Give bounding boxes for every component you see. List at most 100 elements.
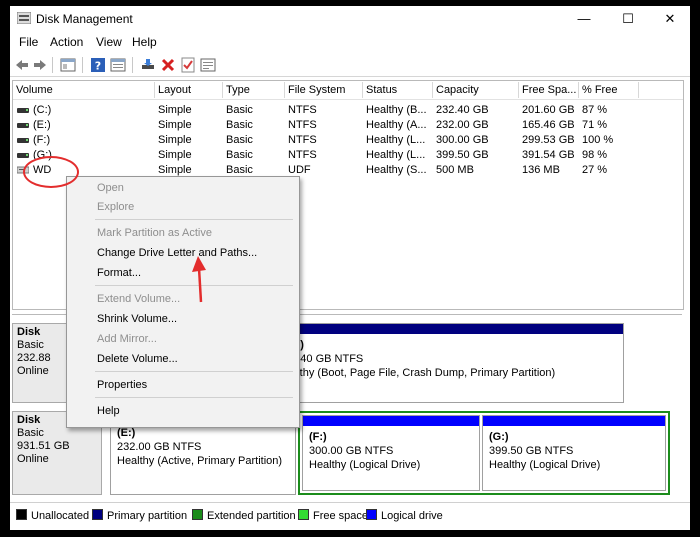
partition-c-letter: (C:) xyxy=(285,338,555,352)
menu-item-extend-volume[interactable]: Extend Volume... xyxy=(97,293,180,305)
volume-name: (F:) xyxy=(33,134,51,146)
volume-percent-free: 98 % xyxy=(582,149,608,161)
partition-f-letter: (F:) xyxy=(309,431,327,443)
volume-layout: Simple xyxy=(158,134,192,146)
menu-item-format[interactable]: Format... xyxy=(97,267,141,279)
properties-icon[interactable] xyxy=(110,57,126,73)
check-icon[interactable] xyxy=(180,57,196,73)
red-annotation-arrow-icon xyxy=(192,256,206,303)
column-header-percent-free[interactable]: % Free xyxy=(579,82,639,98)
menu-item-open[interactable]: Open xyxy=(97,182,124,194)
volume-free-space: 165.46 GB xyxy=(522,119,575,131)
legend-swatch xyxy=(366,509,377,520)
volume-row-f[interactable]: (F:) Simple Basic NTFS Healthy (L... 300… xyxy=(13,133,683,148)
toolbar-separator xyxy=(132,57,133,73)
volume-file-system: NTFS xyxy=(288,134,317,146)
hard-drive-icon xyxy=(17,138,29,143)
volume-file-system: NTFS xyxy=(288,149,317,161)
legend-label: Free space xyxy=(313,510,369,522)
partition-e-status: Healthy (Active, Primary Partition) xyxy=(117,455,283,467)
volume-capacity: 399.50 GB xyxy=(436,149,489,161)
legend-swatch xyxy=(298,509,309,520)
primary-partition-bar xyxy=(283,324,623,334)
partition-f-text: (F:) 300.00 GB NTFS Healthy (Logical Dri… xyxy=(309,430,420,472)
hard-drive-icon xyxy=(17,153,29,158)
volume-layout: Simple xyxy=(158,119,192,131)
partition-c[interactable]: (C:) 32.40 GB NTFS ealthy (Boot, Page Fi… xyxy=(282,323,624,403)
toolbar: ? xyxy=(10,54,690,77)
partition-c-size: 32.40 GB NTFS xyxy=(285,353,364,365)
column-header-free-space[interactable]: Free Spa... xyxy=(519,82,579,98)
partition-g[interactable]: (G:) 399.50 GB NTFS Healthy (Logical Dri… xyxy=(482,415,666,491)
column-header-status[interactable]: Status xyxy=(363,82,433,98)
menu-item-help[interactable]: Help xyxy=(97,405,120,417)
partition-e-size: 232.00 GB NTFS xyxy=(117,441,202,453)
disk-management-window: Disk Management — ☐ ✕ File Action View H… xyxy=(10,6,690,530)
legend-label: Logical drive xyxy=(381,510,443,522)
red-highlight-circle xyxy=(23,156,79,188)
connect-drive-icon[interactable] xyxy=(140,57,156,73)
partition-f-size: 300.00 GB NTFS xyxy=(309,445,394,457)
volume-percent-free: 71 % xyxy=(582,119,608,131)
title-bar: Disk Management — ☐ ✕ xyxy=(10,6,690,32)
volume-type: Basic xyxy=(226,134,253,146)
menu-view[interactable]: View xyxy=(96,35,122,49)
partition-f[interactable]: (F:) 300.00 GB NTFS Healthy (Logical Dri… xyxy=(302,415,480,491)
volume-file-system: NTFS xyxy=(288,104,317,116)
legend-primary-partition: Primary partition xyxy=(92,509,187,522)
volume-status: Healthy (S... xyxy=(366,164,427,176)
legend-label: Unallocated xyxy=(31,510,90,522)
menu-separator xyxy=(95,371,293,372)
volume-row-c[interactable]: (C:) Simple Basic NTFS Healthy (B... 232… xyxy=(13,103,683,118)
column-header-layout[interactable]: Layout xyxy=(155,82,223,98)
column-header-type[interactable]: Type xyxy=(223,82,285,98)
minimize-button[interactable]: — xyxy=(566,9,602,29)
menu-item-shrink-volume[interactable]: Shrink Volume... xyxy=(97,313,177,325)
partition-g-size: 399.50 GB NTFS xyxy=(489,445,574,457)
volume-type: Basic xyxy=(226,104,253,116)
menu-item-mark-partition-active[interactable]: Mark Partition as Active xyxy=(97,227,212,239)
volume-capacity: 232.40 GB xyxy=(436,104,489,116)
volume-capacity: 500 MB xyxy=(436,164,474,176)
partition-g-status: Healthy (Logical Drive) xyxy=(489,459,601,471)
column-header-volume[interactable]: Volume xyxy=(13,82,155,98)
column-header-file-system[interactable]: File System xyxy=(285,82,363,98)
menu-action[interactable]: Action xyxy=(50,35,83,49)
menu-item-explore[interactable]: Explore xyxy=(97,201,134,213)
console-tree-icon[interactable] xyxy=(60,57,76,73)
menu-file[interactable]: File xyxy=(19,35,38,49)
menu-item-change-drive-letter[interactable]: Change Drive Letter and Paths... xyxy=(97,247,257,259)
menu-item-delete-volume[interactable]: Delete Volume... xyxy=(97,353,178,365)
help-icon[interactable]: ? xyxy=(90,57,106,73)
legend-swatch xyxy=(192,509,203,520)
column-header-capacity[interactable]: Capacity xyxy=(433,82,519,98)
volume-status: Healthy (B... xyxy=(366,104,427,116)
menu-help[interactable]: Help xyxy=(132,35,157,49)
volume-row-g[interactable]: (G:) Simple Basic NTFS Healthy (L... 399… xyxy=(13,148,683,163)
list-icon[interactable] xyxy=(200,57,216,73)
volume-type: Basic xyxy=(226,149,253,161)
menu-separator xyxy=(95,397,293,398)
volume-status: Healthy (L... xyxy=(366,149,426,161)
volume-layout: Simple xyxy=(158,104,192,116)
delete-icon[interactable] xyxy=(160,57,176,73)
legend-swatch xyxy=(16,509,27,520)
menu-item-add-mirror[interactable]: Add Mirror... xyxy=(97,333,157,345)
volume-layout: Simple xyxy=(158,149,192,161)
partition-c-text: (C:) 32.40 GB NTFS ealthy (Boot, Page Fi… xyxy=(285,338,555,380)
volume-file-system: NTFS xyxy=(288,119,317,131)
hard-drive-icon xyxy=(17,123,29,128)
forward-arrow-icon[interactable] xyxy=(32,57,48,73)
legend-label: Extended partition xyxy=(207,510,296,522)
window-title: Disk Management xyxy=(36,12,133,26)
back-arrow-icon[interactable] xyxy=(14,57,30,73)
volume-capacity: 232.00 GB xyxy=(436,119,489,131)
menu-item-properties[interactable]: Properties xyxy=(97,379,147,391)
partition-f-status: Healthy (Logical Drive) xyxy=(309,459,421,471)
logical-drive-bar xyxy=(483,416,665,426)
maximize-button[interactable]: ☐ xyxy=(610,9,646,29)
menu-bar: File Action View Help xyxy=(10,32,690,52)
close-button[interactable]: ✕ xyxy=(652,9,688,29)
partition-e-letter: (E:) xyxy=(117,427,136,439)
volume-row-e[interactable]: (E:) Simple Basic NTFS Healthy (A... 232… xyxy=(13,118,683,133)
